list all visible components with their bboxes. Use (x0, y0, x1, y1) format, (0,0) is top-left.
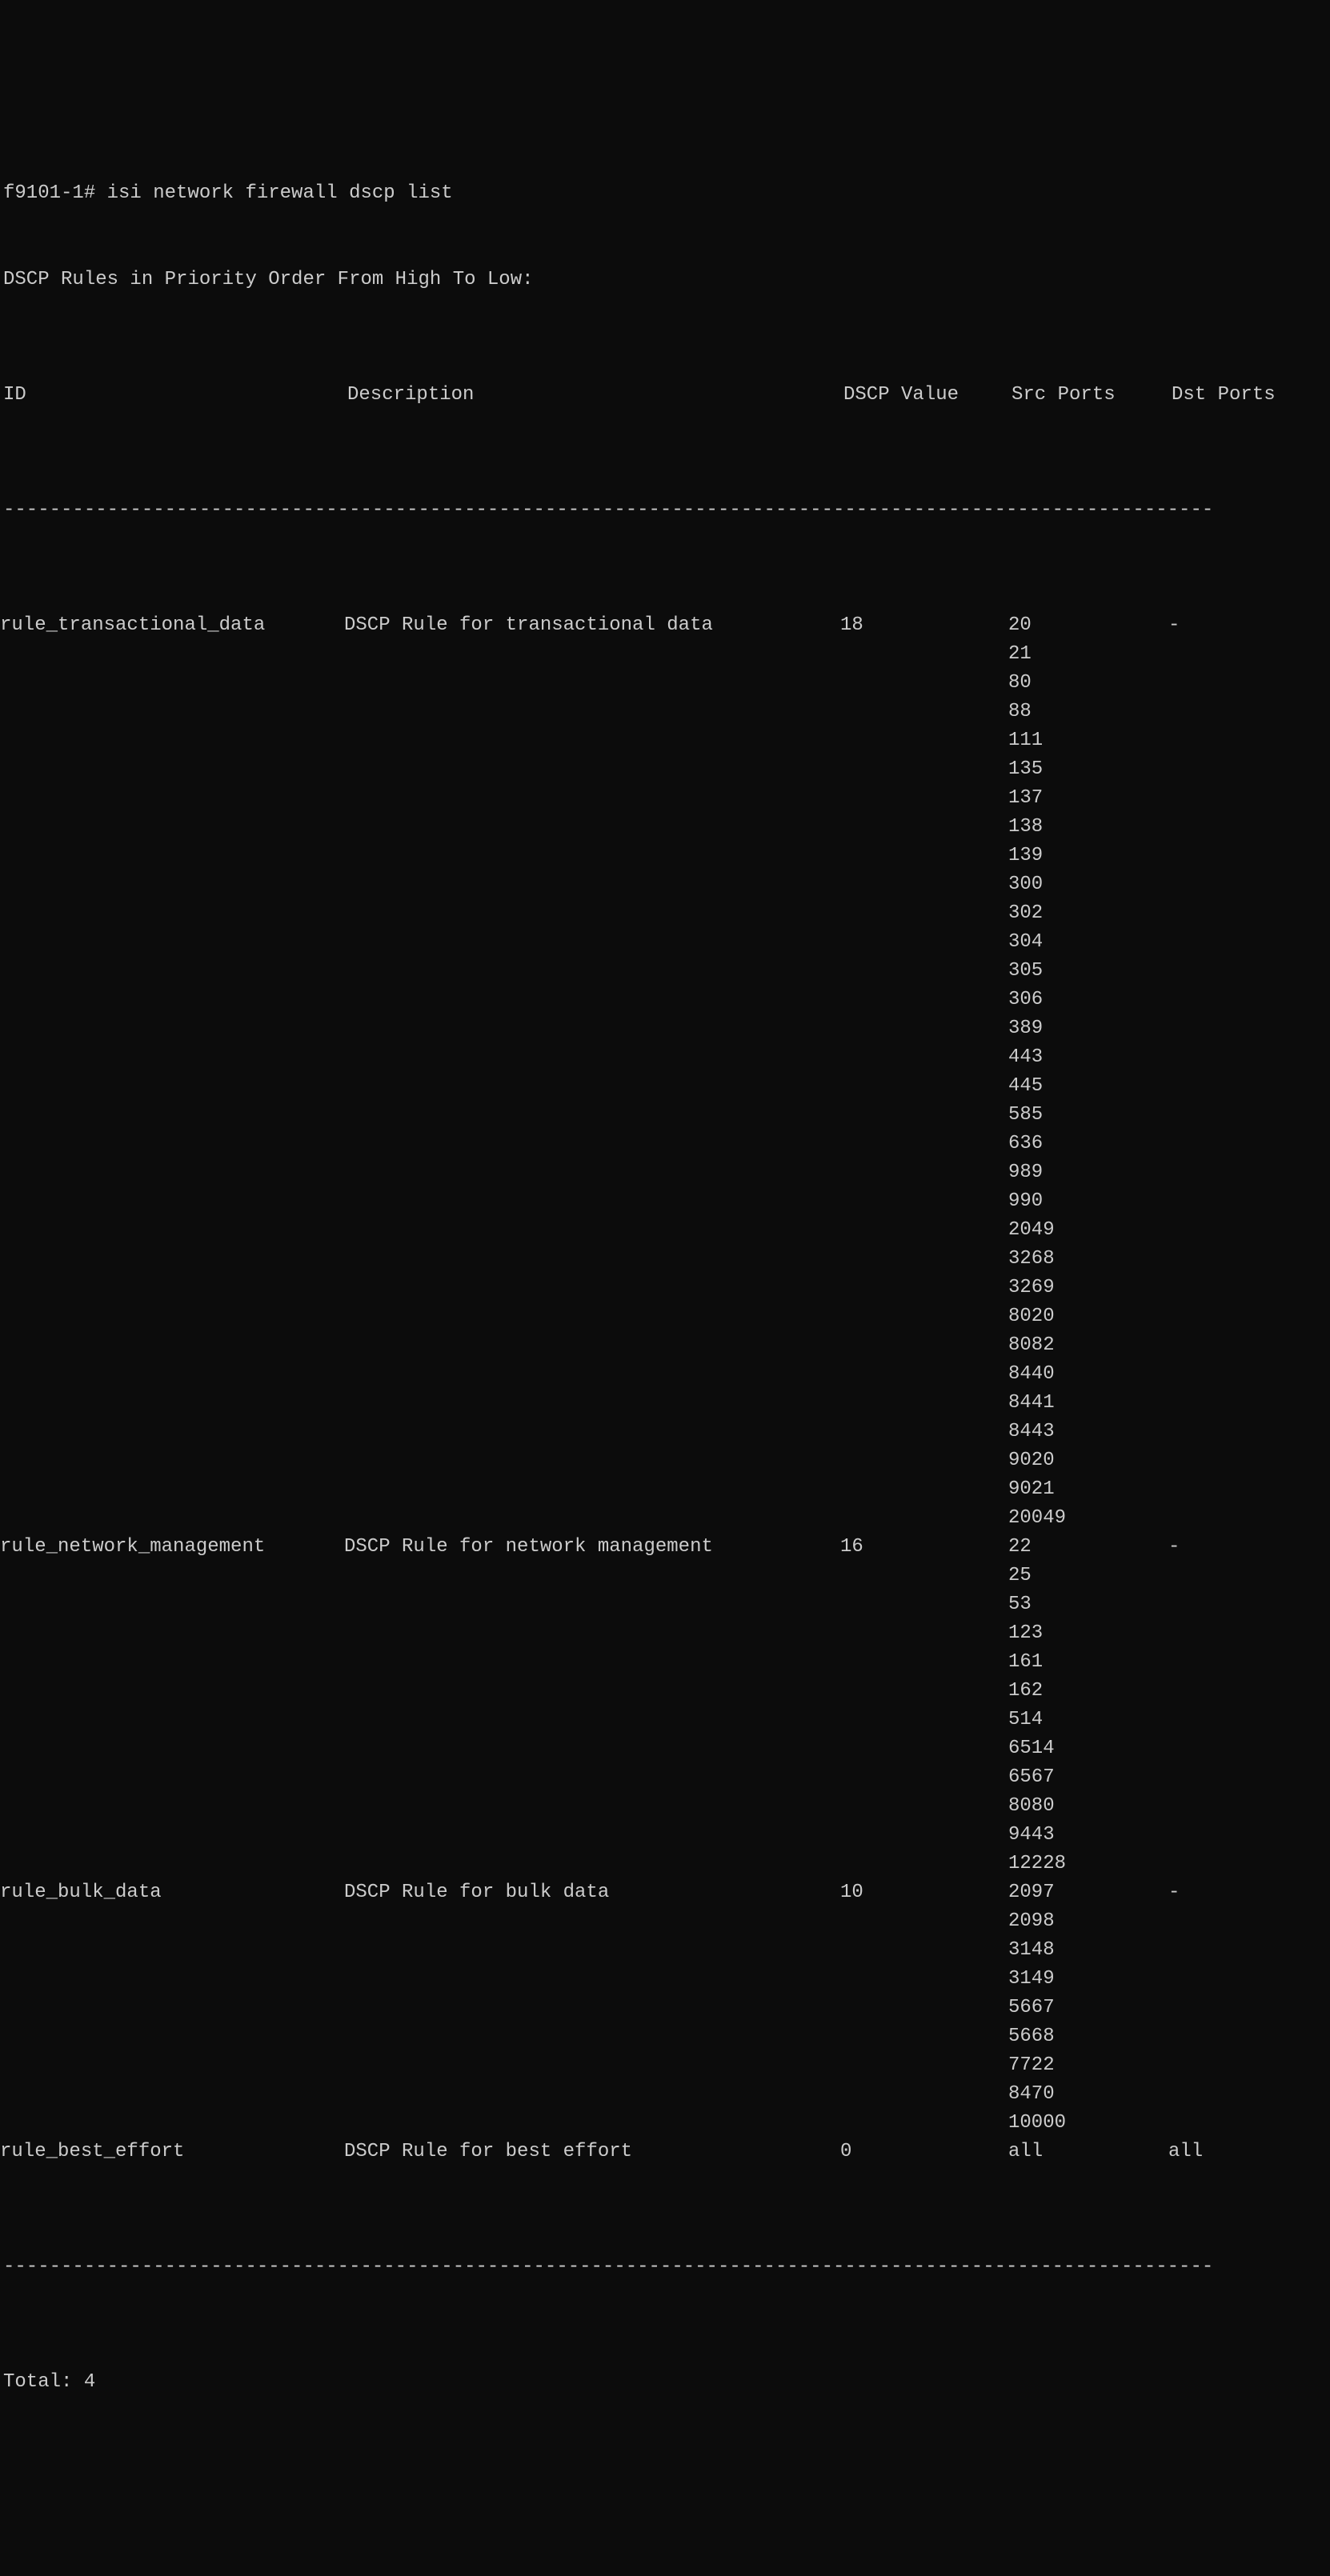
rules-container: rule_transactional_dataDSCP Rule for tra… (0, 611, 1330, 2166)
rule-dst-ports: - (1168, 611, 1312, 640)
port-value: 10000 (1008, 2109, 1168, 2138)
separator-bottom: ----------------------------------------… (0, 2253, 1330, 2282)
port-value: 137 (1008, 784, 1168, 813)
port-value: 25 (1008, 1562, 1168, 1590)
port-value: 161 (1008, 1648, 1168, 1677)
table-row: rule_bulk_dataDSCP Rule for bulk data102… (0, 1878, 1330, 2138)
rule-src-ports: 2021808811113513713813930030230430530638… (1008, 611, 1168, 1533)
header-dscp-value: DSCP Value (843, 381, 1012, 410)
port-value: 8020 (1008, 1302, 1168, 1331)
port-value: 514 (1008, 1706, 1168, 1734)
port-value: all (1008, 2138, 1168, 2166)
rule-dst-ports: - (1168, 1878, 1312, 1907)
rule-src-ports: 222553123161162514651465678080944312228 (1008, 1533, 1168, 1878)
port-value: 989 (1008, 1158, 1168, 1187)
port-value: 302 (1008, 899, 1168, 928)
port-value: 8082 (1008, 1331, 1168, 1360)
port-value: 9443 (1008, 1821, 1168, 1850)
port-value: 3268 (1008, 1245, 1168, 1274)
port-value: 9020 (1008, 1446, 1168, 1475)
port-value: 3148 (1008, 1936, 1168, 1965)
header-src-ports: Src Ports (1012, 381, 1172, 410)
footer-total: Total: 4 (0, 2368, 1330, 2397)
rule-id: rule_bulk_data (0, 1878, 344, 1907)
port-value: 8441 (1008, 1389, 1168, 1418)
rule-dscp-value: 0 (840, 2138, 1008, 2166)
rule-id: rule_best_effort (0, 2138, 344, 2166)
table-row: rule_network_managementDSCP Rule for net… (0, 1533, 1330, 1878)
port-value: 443 (1008, 1043, 1168, 1072)
port-value: 585 (1008, 1101, 1168, 1130)
port-value: 304 (1008, 928, 1168, 957)
port-value: 53 (1008, 1590, 1168, 1619)
rule-src-ports: all (1008, 2138, 1168, 2166)
port-value: 20049 (1008, 1504, 1168, 1533)
table-header-row: IDDescriptionDSCP ValueSrc PortsDst Port… (0, 381, 1330, 410)
rule-dscp-value: 10 (840, 1878, 1008, 1907)
separator-top: ----------------------------------------… (0, 496, 1330, 525)
table-row: rule_transactional_dataDSCP Rule for tra… (0, 611, 1330, 1533)
port-value: 21 (1008, 640, 1168, 669)
rule-dscp-value: 18 (840, 611, 1008, 640)
port-value: 88 (1008, 698, 1168, 726)
port-value: 20 (1008, 611, 1168, 640)
table-row: rule_best_effortDSCP Rule for best effor… (0, 2138, 1330, 2166)
sub-header: DSCP Rules in Priority Order From High T… (0, 266, 1330, 294)
port-value: 111 (1008, 726, 1168, 755)
rule-description: DSCP Rule for transactional data (344, 611, 840, 640)
port-value: 162 (1008, 1677, 1168, 1706)
port-value: 5668 (1008, 2022, 1168, 2051)
port-value: 12228 (1008, 1850, 1168, 1878)
port-value: 305 (1008, 957, 1168, 986)
port-value: 5667 (1008, 1994, 1168, 2022)
port-value: 22 (1008, 1533, 1168, 1562)
port-value: 636 (1008, 1130, 1168, 1158)
port-value: 138 (1008, 813, 1168, 842)
port-value: 135 (1008, 755, 1168, 784)
port-value: 80 (1008, 669, 1168, 698)
port-value: 8443 (1008, 1418, 1168, 1446)
rule-dst-ports: - (1168, 1533, 1312, 1562)
rule-description: DSCP Rule for network management (344, 1533, 840, 1562)
prompt-line: f9101-1# isi network firewall dscp list (0, 179, 1330, 208)
rule-id: rule_network_management (0, 1533, 344, 1562)
port-value: 3149 (1008, 1965, 1168, 1994)
port-value: 6514 (1008, 1734, 1168, 1763)
port-value: 8470 (1008, 2080, 1168, 2109)
rule-src-ports: 2097209831483149566756687722847010000 (1008, 1878, 1168, 2138)
port-value: 3269 (1008, 1274, 1168, 1302)
port-value: 8440 (1008, 1360, 1168, 1389)
header-description: Description (347, 381, 843, 410)
port-value: 445 (1008, 1072, 1168, 1101)
port-value: 990 (1008, 1187, 1168, 1216)
port-value: 2097 (1008, 1878, 1168, 1907)
port-value: 2049 (1008, 1216, 1168, 1245)
terminal-output: f9101-1# isi network firewall dscp list … (0, 122, 1330, 2426)
rule-dst-ports: all (1168, 2138, 1312, 2166)
rule-id: rule_transactional_data (0, 611, 344, 640)
port-value: 2098 (1008, 1907, 1168, 1936)
rule-description: DSCP Rule for best effort (344, 2138, 840, 2166)
header-dst-ports: Dst Ports (1172, 381, 1316, 410)
port-value: 8080 (1008, 1792, 1168, 1821)
port-value: 6567 (1008, 1763, 1168, 1792)
rule-description: DSCP Rule for bulk data (344, 1878, 840, 1907)
port-value: 123 (1008, 1619, 1168, 1648)
port-value: 300 (1008, 870, 1168, 899)
port-value: 9021 (1008, 1475, 1168, 1504)
port-value: 389 (1008, 1014, 1168, 1043)
port-value: 139 (1008, 842, 1168, 870)
header-id: ID (3, 381, 347, 410)
port-value: 306 (1008, 986, 1168, 1014)
port-value: 7722 (1008, 2051, 1168, 2080)
rule-dscp-value: 16 (840, 1533, 1008, 1562)
